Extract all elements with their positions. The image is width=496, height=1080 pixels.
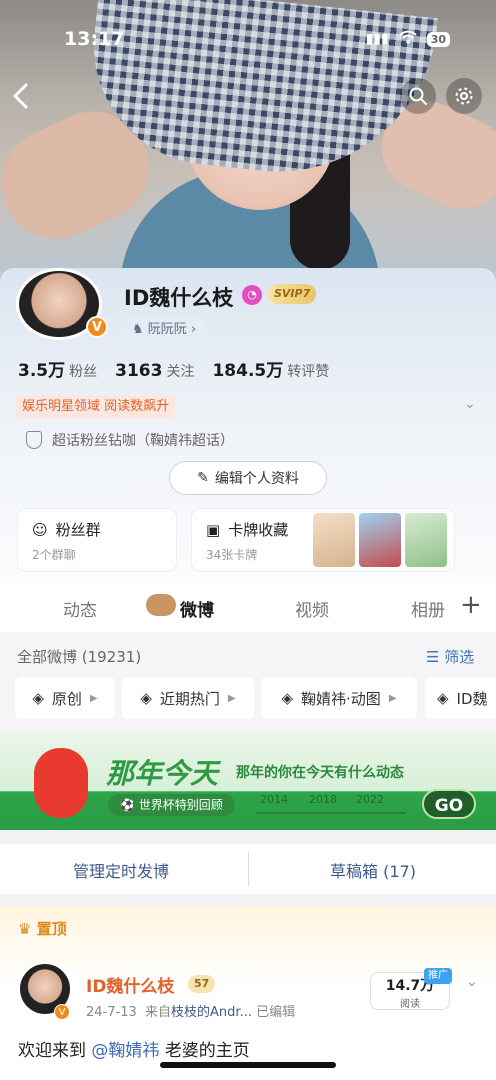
fan-group-card[interactable]: ☺ 粉丝群 2个群聊 bbox=[18, 509, 176, 571]
pink-badge-icon[interactable]: ◔ bbox=[242, 285, 262, 305]
tab-dynamics[interactable]: 动态 bbox=[63, 596, 97, 621]
username: ID魏什么枝 bbox=[124, 286, 234, 310]
card-thumbnail[interactable] bbox=[359, 513, 401, 567]
camera-card-icon: ▣ bbox=[206, 520, 221, 539]
honor-badge[interactable]: 娱乐明星领域 阅读数飙升 bbox=[16, 396, 176, 418]
status-icons: ▮▮▮ 30 bbox=[366, 30, 450, 48]
filter-chip-hot[interactable]: ◈ 近期热门 ▶ bbox=[122, 677, 254, 719]
timeline-line bbox=[256, 812, 406, 814]
promote-badge[interactable]: 推广 bbox=[424, 968, 452, 984]
chevron-left-icon bbox=[13, 83, 28, 109]
all-posts-count: 全部微博 (19231) bbox=[17, 648, 142, 666]
expand-chevron-down-icon[interactable]: ⌄ bbox=[464, 396, 476, 412]
mention-link[interactable]: @鞠婧祎 bbox=[91, 1041, 159, 1061]
filter-icon: ☰ bbox=[426, 648, 445, 666]
add-tab-plus-icon[interactable]: + bbox=[460, 590, 482, 620]
caret-right-icon: ▶ bbox=[89, 692, 98, 704]
super-topic-row[interactable]: 超话粉丝钻咖（鞠婧祎超话） bbox=[26, 430, 234, 450]
layers-icon: ◈ bbox=[281, 689, 294, 707]
edit-profile-button[interactable]: ✎ 编辑个人资料 bbox=[169, 461, 327, 495]
timeline-year: 2018 bbox=[309, 793, 337, 806]
profile-stats: 3.5万 粉丝 3163 关注 184.5万 转评赞 bbox=[18, 356, 329, 381]
card-thumbnail[interactable] bbox=[313, 513, 355, 567]
timeline-year: 2014 bbox=[260, 793, 288, 806]
caret-right-icon: ▶ bbox=[227, 692, 236, 704]
filter-chip-original[interactable]: ◈ 原创 ▶ bbox=[15, 677, 115, 719]
post-options-chevron-down-icon[interactable]: ⌄ bbox=[466, 974, 478, 990]
stat-followers[interactable]: 3.5万 粉丝 bbox=[18, 356, 97, 381]
card-thumbnail[interactable] bbox=[405, 513, 447, 567]
pencil-icon: ✎ bbox=[197, 470, 209, 486]
people-icon: ☺ bbox=[32, 520, 48, 539]
status-time: 13:17 bbox=[64, 28, 125, 50]
shield-icon bbox=[26, 431, 42, 449]
stat-interactions[interactable]: 184.5万 转评赞 bbox=[212, 356, 329, 381]
divider bbox=[248, 852, 249, 886]
search-icon bbox=[409, 87, 427, 105]
tab-video[interactable]: 视频 bbox=[295, 596, 329, 621]
verified-badge-icon: V bbox=[86, 316, 108, 338]
group-chip[interactable]: ♞ 阮阮阮 › bbox=[124, 318, 207, 342]
layers-icon: ◈ bbox=[437, 689, 449, 707]
banner-title: 那年今天 bbox=[106, 757, 219, 790]
gear-icon bbox=[455, 87, 473, 105]
post-source-link[interactable]: 枝枝的Andr... bbox=[171, 1005, 252, 1020]
banner-tag: ⚽ 世界杯特别回顾 bbox=[108, 794, 235, 816]
battery-icon: 30 bbox=[426, 31, 450, 47]
bear-tab-icon bbox=[146, 594, 176, 616]
search-button[interactable] bbox=[400, 78, 436, 114]
filter-button[interactable]: ☰ 筛选 bbox=[426, 646, 474, 667]
settings-button[interactable] bbox=[446, 78, 482, 114]
crown-icon: ♛ bbox=[18, 920, 37, 938]
timeline-year: 2022 bbox=[356, 793, 384, 806]
soccer-ball-icon: ⚽ bbox=[120, 798, 139, 812]
post-text: 欢迎来到 @鞠婧祎 老婆的主页 bbox=[18, 1041, 250, 1061]
post-meta: 24-7-13 来自枝枝的Andr... 已编辑 bbox=[86, 1005, 296, 1020]
go-button[interactable]: GO bbox=[422, 789, 476, 819]
stat-following[interactable]: 3163 关注 bbox=[115, 361, 194, 381]
weibo-mascot-icon bbox=[34, 748, 88, 818]
drafts-button[interactable]: 草稿箱 (17) bbox=[330, 858, 416, 882]
chevron-right-icon: › bbox=[186, 322, 197, 337]
home-indicator[interactable] bbox=[160, 1062, 336, 1068]
filter-chip-more[interactable]: ◈ ID魏 bbox=[425, 677, 496, 719]
pinned-label: ♛ 置顶 bbox=[18, 920, 67, 938]
wifi-icon bbox=[399, 30, 417, 48]
caret-right-icon: ▶ bbox=[388, 692, 397, 704]
signal-icon: ▮▮▮ bbox=[365, 31, 389, 47]
back-button[interactable] bbox=[10, 82, 40, 112]
pet-icon: ♞ bbox=[132, 322, 148, 337]
user-level-badge: 57 bbox=[188, 975, 216, 993]
banner-subtitle: 那年的你在今天有什么动态 bbox=[236, 765, 404, 781]
filter-chip-gif[interactable]: ◈ 鞠婧祎·动图 ▶ bbox=[261, 677, 417, 719]
svip-badge[interactable]: SVIP7 bbox=[268, 284, 317, 304]
scheduled-posts-button[interactable]: 管理定时发博 bbox=[73, 858, 169, 882]
layers-icon: ◈ bbox=[140, 689, 152, 707]
tab-weibo[interactable]: 微博 bbox=[180, 596, 214, 621]
tab-album[interactable]: 相册 bbox=[411, 596, 445, 621]
verified-badge-icon: V bbox=[54, 1004, 70, 1020]
layers-icon: ◈ bbox=[32, 689, 44, 707]
post-username[interactable]: ID魏什么枝 bbox=[86, 972, 174, 997]
